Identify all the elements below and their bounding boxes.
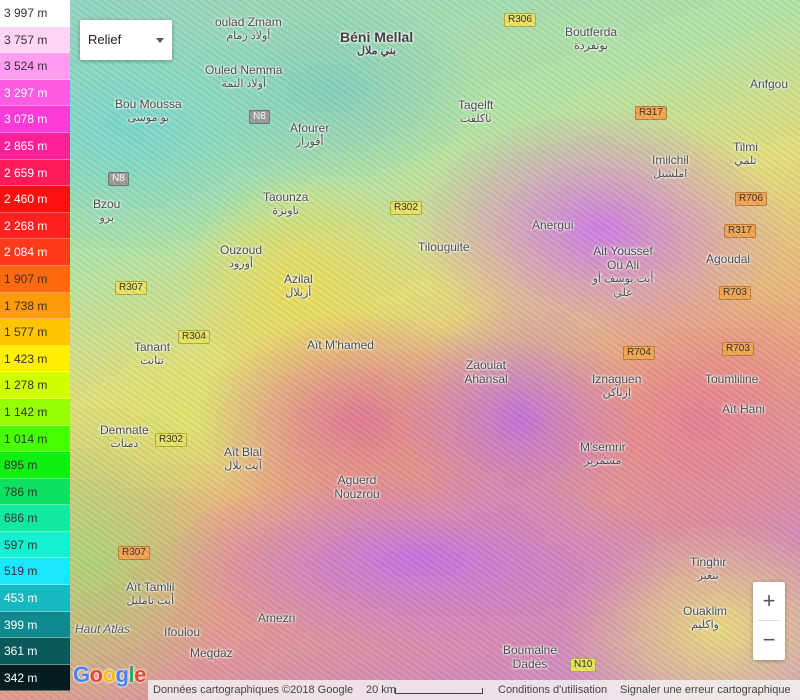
place-label: Ifoulou bbox=[164, 625, 201, 639]
place-label: Ouzoud أوزود bbox=[220, 243, 263, 270]
place-label: Ait Youssef Ou Ali أيت يوسف أو علي bbox=[592, 244, 654, 299]
place-label: Boutferda بوتفردة bbox=[565, 25, 618, 52]
road-shield: R704 bbox=[623, 346, 655, 360]
map-data-attribution: Données cartographiques ©2018 Google bbox=[153, 684, 354, 696]
place-label: Imilchil املشيل bbox=[652, 153, 689, 180]
google-logo[interactable]: Google bbox=[73, 662, 146, 688]
place-label: Bzou بزو bbox=[93, 197, 121, 224]
place-label: Amezri bbox=[258, 611, 296, 625]
zoom-in-button[interactable]: + bbox=[753, 582, 785, 620]
terms-link[interactable]: Conditions d'utilisation bbox=[498, 680, 607, 700]
road-shield: R703 bbox=[722, 342, 754, 356]
place-label: Aït M'hamed bbox=[307, 338, 374, 352]
place-label: Toumliline bbox=[705, 372, 759, 386]
place-label: Azilal أزيلال bbox=[284, 272, 313, 299]
elevation-legend: 3 997 m3 757 m3 524 m3 297 m3 078 m2 865… bbox=[0, 0, 70, 700]
place-label: Tilmi تلمي bbox=[733, 140, 758, 167]
road-shield: R307 bbox=[118, 546, 150, 560]
road-shield: R304 bbox=[178, 330, 210, 344]
road-shield: N10 bbox=[570, 658, 597, 672]
legend-row: 686 m bbox=[0, 505, 70, 532]
place-label: Iznaguen إزناكن bbox=[592, 372, 642, 399]
place-label: oulad Zmam أولاد زمام bbox=[215, 15, 282, 42]
place-label: Afourer أفورار bbox=[290, 121, 330, 148]
zoom-control[interactable]: + − bbox=[753, 582, 785, 660]
place-label: Aït Blal آيت بلال bbox=[224, 445, 263, 472]
legend-row: 1 738 m bbox=[0, 292, 70, 320]
legend-row: 519 m bbox=[0, 558, 70, 586]
place-label: Tilouguite bbox=[418, 240, 470, 254]
map-type-dropdown[interactable]: Relief bbox=[80, 20, 172, 60]
place-label: Haut Atlas bbox=[75, 622, 130, 636]
legend-row: 361 m bbox=[0, 638, 70, 665]
legend-row: 2 268 m bbox=[0, 212, 70, 240]
place-label: Demnate دمنات bbox=[100, 423, 149, 450]
place-label: M'semrir مسمرير bbox=[580, 440, 626, 467]
map-type-selected: Relief bbox=[88, 32, 122, 47]
legend-row: 1 142 m bbox=[0, 398, 70, 426]
legend-row: 3 297 m bbox=[0, 79, 70, 107]
place-label: Anergui bbox=[532, 218, 574, 232]
place-label: Ouaklim واكليم bbox=[683, 604, 728, 631]
road-shield: R302 bbox=[390, 201, 422, 215]
legend-row: 3 524 m bbox=[0, 53, 70, 80]
road-shield: R317 bbox=[724, 224, 756, 238]
legend-row: 2 659 m bbox=[0, 159, 70, 187]
road-shield: R703 bbox=[719, 286, 751, 300]
place-label: Anfgou bbox=[750, 77, 789, 91]
caret-down-icon bbox=[156, 38, 164, 43]
place-label: Aït Hani bbox=[722, 402, 765, 416]
legend-row: 3 997 m bbox=[0, 0, 70, 27]
place-label: Tanant تنانت bbox=[134, 340, 171, 367]
legend-row: 1 577 m bbox=[0, 319, 70, 346]
legend-row: 1 423 m bbox=[0, 345, 70, 373]
legend-row: 597 m bbox=[0, 531, 70, 559]
scale-bar[interactable] bbox=[395, 688, 483, 694]
place-label: Tinghir تنغير bbox=[690, 555, 727, 582]
place-label: Agoudal bbox=[706, 252, 751, 266]
legend-row: 1 278 m bbox=[0, 372, 70, 399]
road-shield: N8 bbox=[249, 110, 270, 124]
legend-row: 399 m bbox=[0, 611, 70, 639]
legend-row: 342 m bbox=[0, 664, 70, 692]
scale-label[interactable]: 20 km bbox=[366, 680, 396, 700]
road-shield: R706 bbox=[735, 192, 767, 206]
place-label: Bou Moussa بو موسى bbox=[115, 97, 182, 124]
place-label: Béni Mellal بني ملال bbox=[340, 29, 414, 57]
road-shield: R307 bbox=[115, 281, 147, 295]
legend-row: 895 m bbox=[0, 452, 70, 479]
relief-map[interactable]: oulad Zmam أولاد زمام Béni Mellal بني ملال… bbox=[0, 0, 800, 700]
place-label: Aït Tamlil أيت تامليل bbox=[126, 580, 175, 607]
legend-row: 2 865 m bbox=[0, 132, 70, 160]
place-label: Megdaz bbox=[190, 646, 233, 660]
place-label: Aguerd Nouzrou bbox=[334, 473, 380, 501]
legend-row: 3 078 m bbox=[0, 106, 70, 133]
map-footer: Données cartographiques ©2018 Google 20 … bbox=[148, 680, 800, 700]
place-label: Taounza تاونزة bbox=[263, 190, 309, 217]
place-label: Ouled Nemma أولاد النمة bbox=[205, 63, 283, 90]
place-label: Zaouiat Ahansal bbox=[464, 358, 508, 386]
legend-row: 3 757 m bbox=[0, 26, 70, 54]
legend-row: 1 014 m bbox=[0, 425, 70, 453]
road-shield: R302 bbox=[155, 433, 187, 447]
report-error-link[interactable]: Signaler une erreur cartographique bbox=[620, 680, 791, 700]
legend-row: 2 084 m bbox=[0, 239, 70, 266]
legend-row: 2 460 m bbox=[0, 186, 70, 213]
road-shield: R317 bbox=[635, 106, 667, 120]
road-shield: R306 bbox=[504, 13, 536, 27]
legend-row: 453 m bbox=[0, 585, 70, 612]
legend-row: 1 907 m bbox=[0, 265, 70, 293]
place-label: Tagelft تاكلفت bbox=[458, 98, 494, 125]
zoom-out-button[interactable]: − bbox=[753, 621, 785, 659]
legend-row: 786 m bbox=[0, 478, 70, 506]
place-label: Boumalne Dadès bbox=[502, 643, 558, 671]
road-shield: N8 bbox=[108, 172, 129, 186]
